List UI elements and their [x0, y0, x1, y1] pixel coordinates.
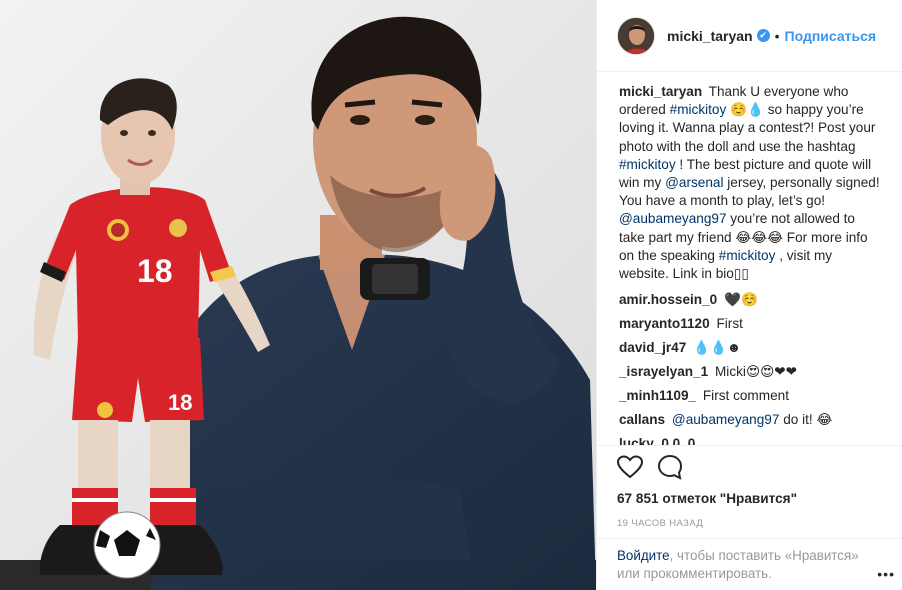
- photo-illustration: 18 18: [0, 0, 596, 590]
- comments-list[interactable]: micki_taryan Thank U everyone who ordere…: [597, 72, 902, 445]
- comment-item: amir.hossein_0 🖤☺️: [619, 291, 883, 309]
- caption-mention[interactable]: @aubameyang97: [619, 211, 727, 226]
- verified-badge-icon: ✔: [756, 29, 770, 42]
- svg-text:18: 18: [168, 390, 192, 415]
- profile-avatar[interactable]: [617, 16, 655, 55]
- action-buttons: [616, 446, 883, 486]
- comment-username[interactable]: maryanto1120: [619, 316, 710, 331]
- comment-item: _israyelyan_1 Micki😍😍❤❤: [619, 363, 883, 381]
- separator-dot: •: [774, 27, 780, 44]
- post-photo[interactable]: 18 18: [0, 0, 596, 590]
- comment-item: lucky_0.0_0 ...: [619, 435, 883, 445]
- likes-count[interactable]: 67 851 отметок "Нравится": [617, 491, 883, 506]
- post-timestamp[interactable]: 19 часов назад: [617, 518, 883, 529]
- comment-text: 💧💧☻: [693, 340, 742, 356]
- more-options-icon[interactable]: •••: [877, 565, 895, 583]
- post-actions: 67 851 отметок "Нравится" 19 часов назад: [597, 445, 902, 548]
- comment-mention[interactable]: @aubameyang97: [672, 412, 780, 427]
- comment-username[interactable]: callans: [619, 412, 665, 427]
- login-link[interactable]: Войдите: [617, 548, 670, 563]
- comment-text: First comment: [702, 388, 789, 404]
- comment-text: Micki😍😍❤❤: [714, 364, 798, 380]
- caption-hashtag[interactable]: #mickitoy: [719, 248, 776, 263]
- comment-text: ...: [702, 436, 714, 445]
- svg-text:18: 18: [137, 253, 173, 289]
- caption-username[interactable]: micki_taryan: [619, 84, 702, 99]
- post-username[interactable]: micki_taryan: [667, 28, 753, 44]
- comment-username[interactable]: _israyelyan_1: [619, 364, 708, 379]
- post-side-panel: micki_taryan ✔ • Подписаться micki_tarya…: [596, 0, 902, 590]
- login-prompt: Войдите, чтобы поставить «Нравится» или …: [597, 538, 902, 590]
- avatar-image: [618, 17, 654, 54]
- comment-username[interactable]: amir.hossein_0: [619, 292, 717, 307]
- comment-text: do it! 😂: [783, 412, 833, 428]
- caption-mention[interactable]: @arsenal: [665, 175, 723, 190]
- comment-username[interactable]: _minh1109_: [619, 388, 696, 403]
- comment-icon[interactable]: [657, 454, 683, 485]
- comment-text: First: [716, 316, 743, 332]
- comment-text: 🖤☺️: [724, 292, 758, 308]
- comment-item: callans @aubameyang97 do it! 😂: [619, 411, 883, 429]
- comment-username[interactable]: david_jr47: [619, 340, 686, 355]
- comment-item: david_jr47 💧💧☻: [619, 339, 883, 357]
- comment-item: maryanto1120 First: [619, 315, 883, 333]
- comment-item: _minh1109_ First comment: [619, 387, 883, 405]
- caption-hashtag[interactable]: #mickitoy: [619, 157, 676, 172]
- heart-icon[interactable]: [616, 454, 644, 484]
- follow-button[interactable]: Подписаться: [785, 28, 877, 44]
- post-header: micki_taryan ✔ • Подписаться: [597, 0, 902, 72]
- comment-username[interactable]: lucky_0.0_0: [619, 436, 695, 445]
- post-caption: micki_taryan Thank U everyone who ordere…: [619, 83, 883, 283]
- caption-hashtag[interactable]: #mickitoy: [670, 102, 727, 117]
